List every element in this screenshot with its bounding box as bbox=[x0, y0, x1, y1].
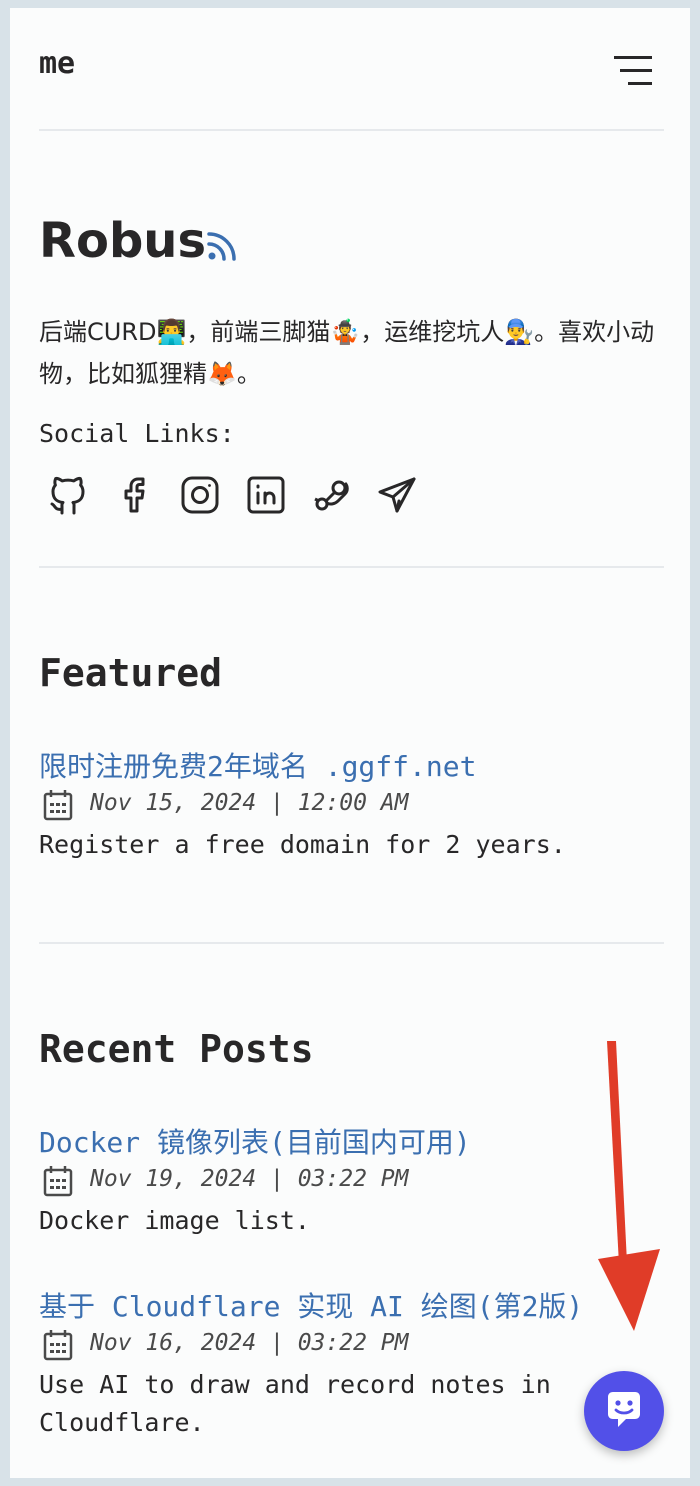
recent-posts-heading: Recent Posts bbox=[39, 1027, 314, 1071]
linkedin-icon bbox=[247, 476, 285, 514]
featured-post-title[interactable]: 限时注册免费2年域名 .ggff.net bbox=[39, 745, 476, 785]
recent-post-description-1: Docker image list. bbox=[39, 1206, 310, 1235]
hamburger-menu-icon bbox=[614, 56, 652, 85]
social-link-steam[interactable] bbox=[310, 473, 354, 517]
social-links-label: Social Links: bbox=[39, 419, 235, 448]
chat-bot-icon bbox=[608, 1392, 640, 1427]
instagram-icon bbox=[181, 476, 219, 514]
featured-post-description: Register a free domain for 2 years. bbox=[39, 830, 566, 859]
social-link-instagram[interactable] bbox=[178, 473, 222, 517]
calendar-icon bbox=[43, 790, 73, 821]
post-date: Nov 16, 2024 | 03:22 PM bbox=[90, 1330, 409, 1356]
header-divider bbox=[39, 129, 664, 131]
featured-divider bbox=[39, 942, 664, 944]
hero-title: Robus bbox=[39, 213, 207, 269]
social-link-github[interactable] bbox=[46, 473, 90, 517]
calendar-icon bbox=[43, 1166, 73, 1197]
rss-feed-link[interactable] bbox=[206, 230, 238, 262]
facebook-icon bbox=[124, 477, 145, 513]
rss-icon bbox=[207, 232, 236, 261]
calendar-icon bbox=[43, 1330, 73, 1361]
social-link-linkedin[interactable] bbox=[244, 473, 288, 517]
annotation-arrow bbox=[598, 1041, 660, 1331]
github-icon bbox=[50, 476, 85, 515]
recent-post-title-1[interactable]: Docker 镜像列表(目前国内可用) bbox=[39, 1121, 471, 1161]
telegram-icon bbox=[378, 477, 416, 513]
chat-widget-button[interactable] bbox=[584, 1371, 664, 1451]
social-link-facebook[interactable] bbox=[112, 473, 156, 517]
post-date: Nov 19, 2024 | 03:22 PM bbox=[90, 1166, 409, 1192]
recent-post-title-2[interactable]: 基于 Cloudflare 实现 AI 绘图(第2版) bbox=[39, 1285, 583, 1325]
steam-icon bbox=[314, 480, 349, 511]
site-title-link[interactable]: me bbox=[39, 46, 75, 81]
featured-heading: Featured bbox=[39, 651, 223, 695]
social-link-telegram[interactable] bbox=[376, 473, 420, 517]
recent-post-description-2: Use AI to draw and record notes in Cloud… bbox=[39, 1370, 551, 1437]
hero-bio: 后端CURD👨‍💻，前端三脚猫🤹，运维挖坑人👨‍🔧。喜欢小动物，比如狐狸精🦊。 bbox=[39, 318, 655, 388]
hero-divider bbox=[39, 566, 664, 568]
page: me Robus 后端CURD👨‍💻，前端三脚猫🤹，运维挖坑人👨‍🔧。喜欢小动物… bbox=[10, 8, 690, 1478]
hamburger-menu-button[interactable] bbox=[608, 52, 656, 92]
post-date: Nov 15, 2024 | 12:00 AM bbox=[90, 790, 409, 816]
